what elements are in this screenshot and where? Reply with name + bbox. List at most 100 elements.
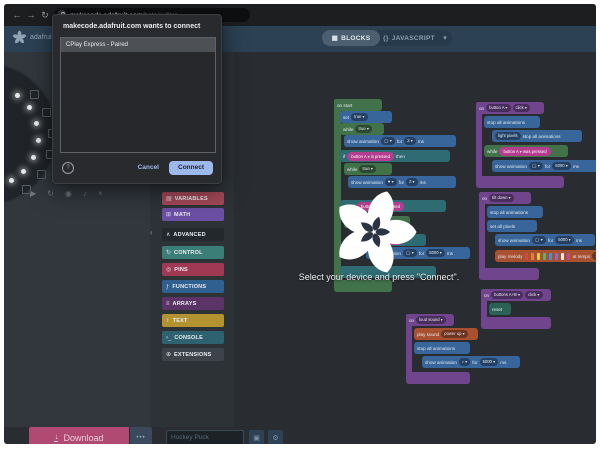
- block-on-start[interactable]: settrue ▾: [340, 111, 392, 123]
- download-button[interactable]: ↓ Download: [29, 427, 129, 444]
- block-dropdown[interactable]: ♥ ▾: [385, 178, 397, 186]
- block-on-start[interactable]: show animation♥ ▾for2 ▾ms: [348, 176, 456, 188]
- category-label: CONTROL: [174, 250, 203, 256]
- block-dropdown[interactable]: light pixels: [495, 132, 521, 140]
- settings-button[interactable]: ⚙: [268, 430, 283, 444]
- block-on-start[interactable]: whiletrue ▾: [340, 123, 384, 135]
- block-on-buttons-ab-click[interactable]: [481, 317, 551, 329]
- block-dropdown[interactable]: buttons A+B ▾: [491, 291, 523, 299]
- block-dropdown[interactable]: 5000 ▾: [480, 358, 499, 366]
- fullscreen-icon[interactable]: ×: [98, 189, 103, 198]
- download-icon: ↓: [54, 433, 58, 442]
- block-dropdown[interactable]: true ▾: [355, 125, 371, 133]
- toolbox-category-arrays[interactable]: ≡ARRAYS: [162, 297, 224, 310]
- block-on-start[interactable]: whiletrue ▾: [344, 163, 392, 175]
- block-on-tilt-down[interactable]: stop all animations: [487, 206, 543, 218]
- block-on-start[interactable]: show animation◯ ▾for2 ▾ms: [344, 135, 456, 147]
- block-on-buttons-ab-click[interactable]: reset: [489, 303, 511, 315]
- block-on-loud-sound[interactable]: stop all animations: [414, 342, 470, 354]
- melody-key[interactable]: [561, 253, 564, 260]
- block-dropdown[interactable]: click ▾: [525, 291, 542, 299]
- block-on-tilt-down[interactable]: ontilt down ▾: [479, 192, 531, 204]
- chevron-down-icon[interactable]: ▾: [438, 34, 452, 42]
- browser-forward-icon[interactable]: →: [24, 10, 38, 20]
- block-dropdown[interactable]: 5000 ▾: [552, 162, 571, 170]
- block-dropdown[interactable]: power up ▾: [441, 330, 468, 338]
- block-on-loud-sound[interactable]: play soundpower up ▾: [414, 328, 478, 340]
- toolbox-category-advanced[interactable]: ∧ADVANCED: [162, 228, 224, 241]
- block-dropdown[interactable]: 5000 ▾: [555, 236, 574, 244]
- block-dropdown[interactable]: click ▾: [513, 104, 530, 112]
- block-on-button-a-click[interactable]: light pixelsstop all animations: [492, 130, 582, 142]
- block-on-button-a-click[interactable]: whilebutton A ▾ was pressed: [484, 145, 568, 157]
- block-on-button-a-click[interactable]: [476, 176, 564, 188]
- block-dropdown[interactable]: 2 ▾: [404, 137, 416, 145]
- device-list-item[interactable]: CPlay Express - Paired: [61, 38, 215, 52]
- block-dropdown[interactable]: true ▾: [351, 113, 367, 121]
- blocks-icon: ▦: [332, 34, 338, 42]
- block-on-start[interactable]: on start: [334, 99, 382, 111]
- block-on-button-a-click[interactable]: onbutton A ▾click ▾: [476, 102, 544, 114]
- melody-key[interactable]: [567, 253, 570, 260]
- connect-button[interactable]: Connect: [169, 161, 213, 175]
- tab-javascript[interactable]: {} JAVASCRIPT: [380, 30, 438, 46]
- melody-key[interactable]: [525, 253, 528, 260]
- toolbox-category-console[interactable]: ›_CONSOLE: [162, 331, 224, 344]
- restart-icon[interactable]: ↻: [47, 189, 54, 198]
- toolbox-category-variables[interactable]: ▤VARIABLES: [162, 192, 224, 205]
- more-options-button[interactable]: •••: [130, 427, 152, 444]
- toolbox-category-control[interactable]: ↻CONTROL: [162, 246, 224, 259]
- browser-refresh-icon[interactable]: ↻: [38, 10, 52, 21]
- toolbox-category-functions[interactable]: ƒFUNCTIONS: [162, 280, 224, 293]
- browser-back-icon[interactable]: ←: [10, 10, 24, 20]
- block-on-button-a-click[interactable]: show animation◯ ▾for5000 ▾ms: [492, 160, 596, 172]
- block-dropdown[interactable]: true ▾: [359, 165, 375, 173]
- melody-key[interactable]: [549, 253, 552, 260]
- melody-key[interactable]: [555, 253, 558, 260]
- block-dropdown[interactable]: button A ▾: [486, 104, 510, 112]
- block-on-start[interactable]: ifbutton A ▾ is pressedthen: [340, 150, 450, 162]
- block-dropdown[interactable]: 2 ▾: [406, 178, 418, 186]
- simulator-controls: ▶↻◉♪×: [30, 189, 140, 198]
- melody-key[interactable]: [543, 253, 546, 260]
- toolbox-category-pins[interactable]: ◎PINS: [162, 263, 224, 276]
- block-dropdown[interactable]: ◯ ▾: [381, 137, 395, 145]
- block-on-tilt-down[interactable]: play melodyat tempo120 ▾: [495, 250, 596, 262]
- category-label: VARIABLES: [175, 196, 208, 202]
- block-on-tilt-down[interactable]: set all pixels: [487, 220, 537, 232]
- block-dropdown[interactable]: ♪ ▾: [459, 358, 470, 366]
- toolbox-category-math[interactable]: ⊞MATH: [162, 208, 224, 221]
- debug-icon[interactable]: ◉: [65, 189, 72, 198]
- block-dropdown[interactable]: ◯ ▾: [529, 162, 543, 170]
- block-on-buttons-ab-click[interactable]: onbuttons A+B ▾click ▾: [481, 289, 551, 301]
- block-dropdown[interactable]: 120 ▾: [592, 252, 596, 260]
- block-on-loud-sound[interactable]: onloud sound ▾: [406, 314, 454, 326]
- block-on-tilt-down[interactable]: show animation◯ ▾for5000 ▾ms: [495, 234, 595, 246]
- device-connect-dialog: makecode.adafruit.com wants to connect C…: [52, 14, 222, 184]
- cancel-button[interactable]: Cancel: [138, 164, 159, 171]
- toolbox-collapse-icon[interactable]: ‹: [150, 228, 153, 237]
- tab-blocks[interactable]: ▦ BLOCKS: [322, 30, 380, 46]
- help-icon[interactable]: ?: [62, 162, 74, 174]
- block-dropdown[interactable]: loud sound ▾: [416, 316, 446, 324]
- functions-icon: ƒ: [166, 284, 169, 290]
- toolbox-category-extensions[interactable]: ⊕EXTENSIONS: [162, 348, 224, 361]
- block-on-loud-sound[interactable]: [406, 372, 470, 384]
- adafruit-brand[interactable]: adafruit: [12, 30, 53, 45]
- melody-key[interactable]: [537, 253, 540, 260]
- javascript-icon: {}: [383, 35, 389, 42]
- mute-icon[interactable]: ♪: [83, 189, 87, 198]
- toolbox-category-text[interactable]: TTEXT: [162, 314, 224, 327]
- brand-label: adafruit: [30, 34, 53, 41]
- block-dropdown[interactable]: ◯ ▾: [532, 236, 546, 244]
- project-name-input[interactable]: [166, 430, 244, 444]
- melody-key[interactable]: [531, 253, 534, 260]
- save-button[interactable]: ▣: [249, 430, 264, 444]
- app-screen: ← → ↻ makecode.adafruit.com/beta#editor …: [4, 4, 596, 444]
- block-dropdown[interactable]: tilt down ▾: [489, 194, 514, 202]
- condition-oval[interactable]: button A ▾ was pressed: [499, 147, 550, 156]
- condition-oval[interactable]: button A ▾ is pressed: [347, 152, 394, 161]
- block-dropdown[interactable]: 5000 ▾: [426, 249, 445, 257]
- block-on-button-a-click[interactable]: stop all animations: [484, 116, 540, 128]
- block-on-loud-sound[interactable]: show animation♪ ▾for5000 ▾ms: [422, 356, 520, 368]
